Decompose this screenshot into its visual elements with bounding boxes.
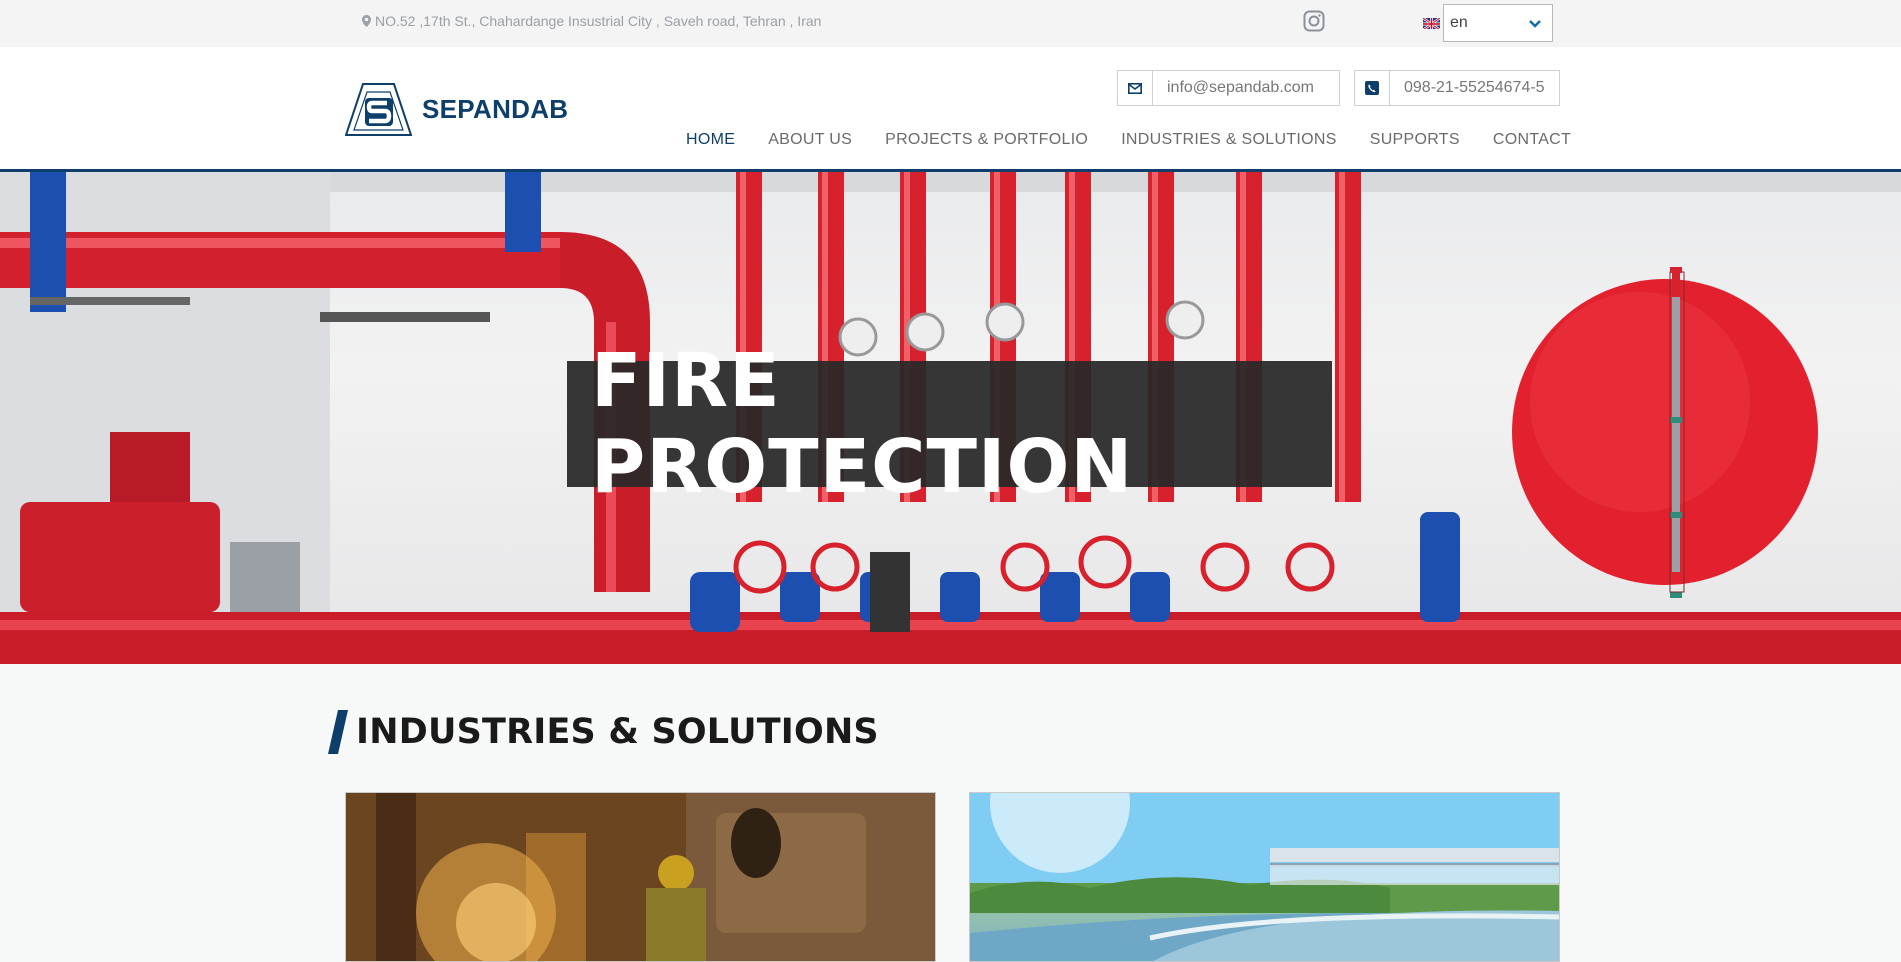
phone-icon (1355, 71, 1390, 105)
email-text: info@sepandab.com (1167, 79, 1314, 96)
phone-contact[interactable]: 098-21-55254674-5 (1354, 70, 1560, 106)
envelope-icon (1118, 71, 1153, 105)
industry-card-water[interactable] (969, 792, 1560, 962)
section-title: INDUSTRIES & SOLUTIONS (356, 712, 879, 752)
nav-supports[interactable]: SUPPORTS (1370, 131, 1460, 149)
section-heading: INDUSTRIES & SOLUTIONS (328, 710, 879, 754)
hero-banner: FIRE PROTECTION (0, 172, 1901, 664)
phone-text: 098-21-55254674-5 (1404, 79, 1545, 96)
email-contact[interactable]: info@sepandab.com (1117, 70, 1340, 106)
address: NO.52 ,17th St., Chahardange Insustrial … (362, 13, 821, 29)
brand-name: SEPANDAB (422, 93, 569, 124)
address-text: NO.52 ,17th St., Chahardange Insustrial … (375, 13, 822, 29)
language-value: en (1450, 14, 1468, 31)
water-treatment-image (970, 793, 1559, 961)
hero-title-box: FIRE PROTECTION (567, 338, 1332, 510)
logo[interactable]: SEPANDAB (345, 82, 568, 136)
uk-flag-icon (1423, 17, 1440, 29)
hero-title: FIRE PROTECTION (591, 338, 1134, 510)
foundry-worker-image (346, 793, 935, 961)
instagram-icon[interactable] (1303, 10, 1325, 32)
map-pin-icon (362, 15, 371, 27)
language-switcher[interactable]: en (1423, 4, 1553, 42)
nav-projects-portfolio[interactable]: PROJECTS & PORTFOLIO (885, 131, 1088, 149)
nav-industries-solutions[interactable]: INDUSTRIES & SOLUTIONS (1121, 131, 1337, 149)
industry-card-metal[interactable] (345, 792, 936, 962)
site-header: SEPANDAB info@sepandab.com 098-21-552546… (0, 47, 1901, 172)
chevron-down-icon (1529, 20, 1541, 28)
language-select[interactable]: en (1443, 4, 1553, 42)
nav-contact[interactable]: CONTACT (1493, 131, 1571, 149)
sepandab-logo-icon (345, 83, 412, 136)
nav-about-us[interactable]: ABOUT US (768, 131, 852, 149)
top-bar: NO.52 ,17th St., Chahardange Insustrial … (0, 0, 1901, 47)
main-nav: HOME ABOUT US PROJECTS & PORTFOLIO INDUS… (686, 131, 1604, 149)
nav-home[interactable]: HOME (686, 131, 735, 149)
slash-accent-icon (328, 710, 348, 754)
